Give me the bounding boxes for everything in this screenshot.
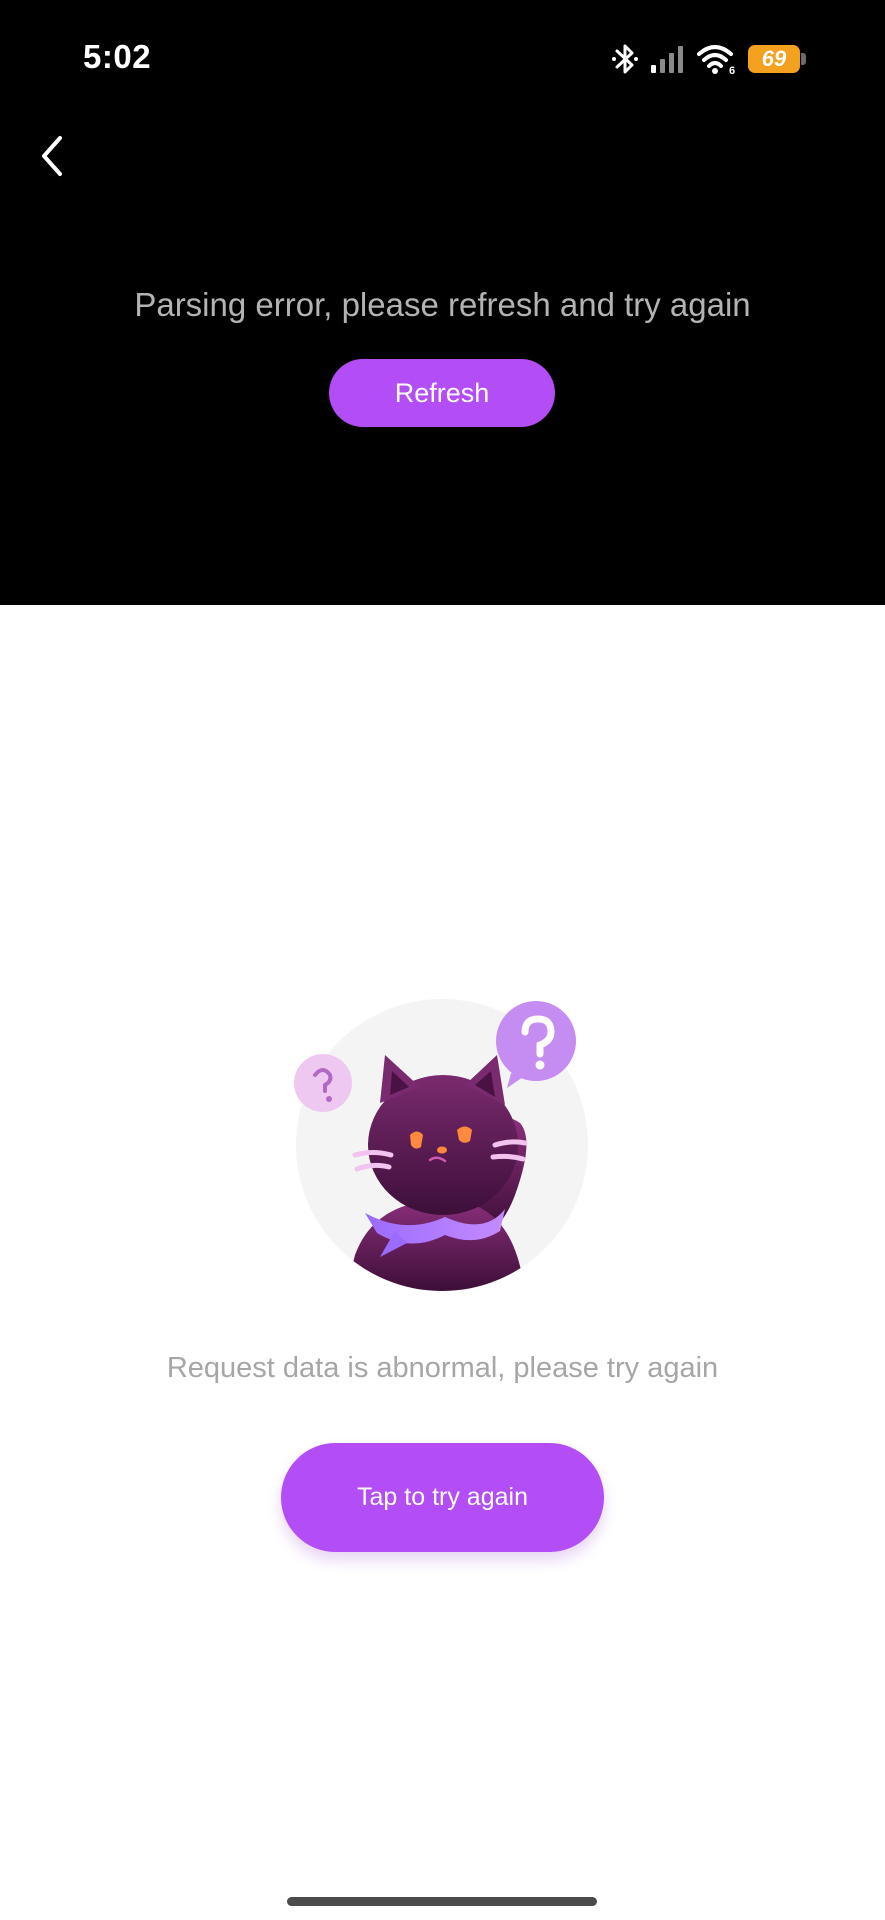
- try-again-button[interactable]: Tap to try again: [281, 1443, 604, 1552]
- chevron-left-icon: [39, 135, 65, 182]
- status-time: 5:02: [83, 38, 152, 75]
- player-area: 5:02 6 69 Parsing error, please refresh …: [0, 0, 885, 605]
- refresh-button[interactable]: Refresh: [329, 359, 555, 427]
- battery-cap: [801, 53, 806, 65]
- cellular-signal-icon: [650, 44, 686, 74]
- battery-icon: 69: [748, 45, 800, 73]
- wifi-6-icon: 6: [696, 43, 738, 75]
- home-indicator[interactable]: [287, 1897, 597, 1906]
- parsing-error-message: Parsing error, please refresh and try ag…: [134, 286, 751, 323]
- request-error-message: Request data is abnormal, please try aga…: [166, 1352, 719, 1384]
- battery-level: 69: [761, 46, 787, 71]
- status-icons: 6 69: [610, 40, 806, 78]
- svg-text:6: 6: [729, 65, 735, 75]
- back-button[interactable]: [28, 130, 76, 186]
- confused-cat-illustration: [285, 995, 600, 1295]
- bluetooth-icon: [610, 42, 640, 76]
